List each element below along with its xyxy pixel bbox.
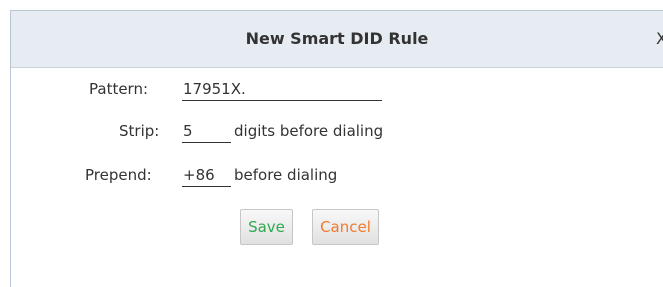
dialog-title-bar: New Smart DID Rule X — [11, 11, 663, 68]
pattern-input[interactable]: 17951X. — [182, 80, 382, 101]
pattern-row: Pattern: 17951X. — [0, 80, 663, 102]
strip-value: 5 — [183, 122, 193, 140]
new-smart-did-rule-dialog: New Smart DID Rule X — [10, 10, 663, 287]
pattern-value: 17951X. — [183, 80, 246, 98]
strip-input[interactable]: 5 — [182, 122, 231, 143]
pattern-label: Pattern: — [89, 80, 149, 98]
dialog-title: New Smart DID Rule — [245, 29, 429, 48]
prepend-input[interactable]: +86 — [182, 166, 231, 187]
prepend-row: Prepend: +86 before dialing — [0, 166, 663, 188]
strip-row: Strip: 5 digits before dialing — [0, 122, 663, 144]
close-icon[interactable]: X — [656, 29, 663, 48]
strip-label: Strip: — [119, 122, 160, 140]
prepend-value: +86 — [183, 166, 215, 184]
save-button[interactable]: Save — [240, 209, 293, 245]
strip-suffix: digits before dialing — [234, 122, 384, 140]
prepend-label: Prepend: — [85, 166, 152, 184]
prepend-suffix: before dialing — [234, 166, 338, 184]
cancel-button[interactable]: Cancel — [312, 209, 379, 245]
